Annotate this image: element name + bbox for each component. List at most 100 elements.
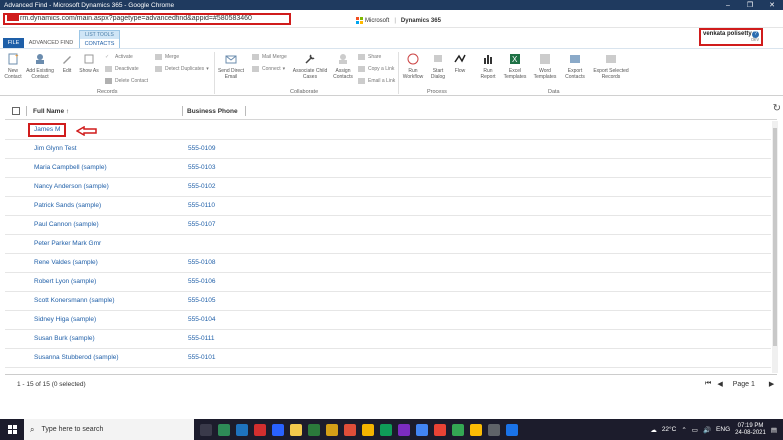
chevron-down-icon: ▾ [206,66,209,72]
app-icon[interactable] [506,423,518,436]
tab-file[interactable]: FILE [3,38,24,48]
show-as-button[interactable]: Show As [79,52,99,74]
add-existing-contact-button[interactable]: Add Existing Contact [25,52,55,80]
excel-templates-button[interactable]: X Excel Templates [502,52,528,80]
app-icon[interactable] [254,423,266,436]
export-contacts-button[interactable]: Export Contacts [562,52,588,80]
connect-button[interactable]: Connect ▾ [252,66,285,72]
chrome-icon[interactable] [326,423,338,436]
app-icon[interactable] [308,423,320,436]
run-report-button[interactable]: Run Report [476,52,500,80]
app-icon[interactable] [218,423,230,436]
folder-icon[interactable] [290,423,302,436]
volume-icon[interactable]: 🔊 [703,426,711,434]
table-row[interactable]: Peter Parker Mark Gmr [5,235,771,254]
full-name-link[interactable]: Sidney Higa (sample) [34,316,96,323]
minimize-icon[interactable]: – [717,0,739,10]
scrollbar-thumb[interactable] [773,128,777,346]
new-contact-button[interactable]: + New Contact [3,52,23,80]
full-name-link[interactable]: Nancy Anderson (sample) [34,183,109,190]
tab-advanced-find[interactable]: ADVANCED FIND [26,38,76,48]
table-row[interactable]: Robert Lyon (sample) 555-0106 [5,273,771,292]
tray-chevron-icon[interactable]: ⌃ [681,426,686,434]
prev-page-icon[interactable]: ◀ [717,380,722,388]
restore-icon[interactable]: ❐ [739,0,761,10]
chrome-icon[interactable] [362,423,374,436]
brand-product: Dynamics 365 [400,17,441,24]
full-name-link[interactable]: Maria Campbell (sample) [34,164,107,171]
table-row[interactable]: Nancy Anderson (sample) 555-0102 [5,178,771,197]
full-name-link[interactable]: Peter Parker Mark Gmr [34,240,101,247]
group-data: Data [548,89,560,95]
new-icon: + [8,53,19,65]
network-icon[interactable]: ▭ [692,426,698,434]
full-name-link[interactable]: Paul Cannon (sample) [34,221,99,228]
select-all-checkbox[interactable] [12,107,20,115]
full-name-link[interactable]: Scott Konersmann (sample) [34,297,115,304]
word-templates-button[interactable]: Word Templates [531,52,559,80]
weather-icon[interactable]: ☁ [650,426,657,434]
merge-button[interactable]: Merge [155,54,179,60]
share-button[interactable]: Share [358,54,381,60]
clock[interactable]: 07:19 PM 24-08-2021 [735,423,766,437]
app-icon[interactable] [236,423,248,436]
notifications-icon[interactable]: ▤ [771,426,777,434]
close-icon[interactable]: ✕ [761,0,783,10]
url-text: rm.dynamics.com/main.aspx?pagetype=advan… [20,15,252,22]
delete-contact-button[interactable]: Delete Contact [105,78,148,84]
table-row[interactable]: Jim Glynn Test 555-0109 [5,140,771,159]
send-direct-email-button[interactable]: Send Direct Email [216,52,246,80]
first-page-icon[interactable]: ⏮ [705,380,711,388]
copy-link-button[interactable]: Copy a Link [358,66,394,72]
email-link-button[interactable]: Email a Link [358,78,395,84]
weather-temp[interactable]: 22°C [662,426,677,433]
mail-merge-button[interactable]: Mail Merge [252,54,287,60]
table-row[interactable]: Paul Cannon (sample) 555-0107 [5,216,771,235]
table-row[interactable]: Susanna Stubberod (sample) 555-0101 [5,349,771,368]
full-name-link[interactable]: James M [34,126,60,133]
table-row[interactable]: Scott Konersmann (sample) 555-0105 [5,292,771,311]
column-business-phone[interactable]: Business Phone [187,108,238,115]
next-page-icon[interactable]: ▶ [769,380,774,388]
full-name-link[interactable]: Rene Valdes (sample) [34,259,98,266]
full-name-link[interactable]: Susan Burk (sample) [34,335,95,342]
language-indicator[interactable]: ENG [716,426,730,433]
grid-scrollbar[interactable] [772,121,778,373]
deactivate-button[interactable]: Deactivate [105,66,139,72]
full-name-link[interactable]: Jim Glynn Test [34,145,77,152]
assign-contacts-button[interactable]: Assign Contacts [331,52,355,80]
chrome-icon[interactable] [344,423,356,436]
visual-studio-icon[interactable] [398,423,410,436]
edit-button[interactable]: Edit [58,52,76,74]
app-icon[interactable] [488,423,500,436]
start-button[interactable] [0,419,24,440]
table-row[interactable]: Sidney Higa (sample) 555-0104 [5,311,771,330]
table-row[interactable]: Susan Burk (sample) 555-0111 [5,330,771,349]
full-name-link[interactable]: Robert Lyon (sample) [34,278,96,285]
url-field[interactable]: rm.dynamics.com/main.aspx?pagetype=advan… [3,13,291,25]
detect-duplicates-button[interactable]: Detect Duplicates ▾ [155,66,209,72]
flow-button[interactable]: Flow [451,52,469,74]
column-full-name[interactable]: Full Name ↑ [33,108,69,115]
start-dialog-button[interactable]: Start Dialog [427,52,449,80]
chrome-icon[interactable] [416,423,428,436]
table-row[interactable]: James M [5,121,771,140]
chrome-icon[interactable] [452,423,464,436]
full-name-link[interactable]: Patrick Sands (sample) [34,202,101,209]
run-workflow-button[interactable]: Run Workflow [401,52,425,80]
table-row[interactable]: Patrick Sands (sample) 555-0110 [5,197,771,216]
search-icon: ⌕ [30,424,35,434]
chrome-icon[interactable] [470,423,482,436]
app-icon[interactable] [272,423,284,436]
full-name-link[interactable]: Susanna Stubberod (sample) [34,354,119,361]
table-row[interactable]: Maria Campbell (sample) 555-0103 [5,159,771,178]
chrome-icon[interactable] [380,423,392,436]
activate-button[interactable]: ✓ Activate [105,54,133,60]
taskbar-search[interactable]: ⌕ Type here to search [24,419,194,440]
table-row[interactable]: Rene Valdes (sample) 555-0108 [5,254,771,273]
associate-child-cases-button[interactable]: Associate Child Cases [290,52,330,80]
export-selected-records-button[interactable]: Export Selected Records [591,52,631,80]
chrome-icon[interactable] [434,423,446,436]
task-view-icon[interactable] [200,423,212,436]
refresh-icon[interactable]: ↻ [773,103,781,114]
